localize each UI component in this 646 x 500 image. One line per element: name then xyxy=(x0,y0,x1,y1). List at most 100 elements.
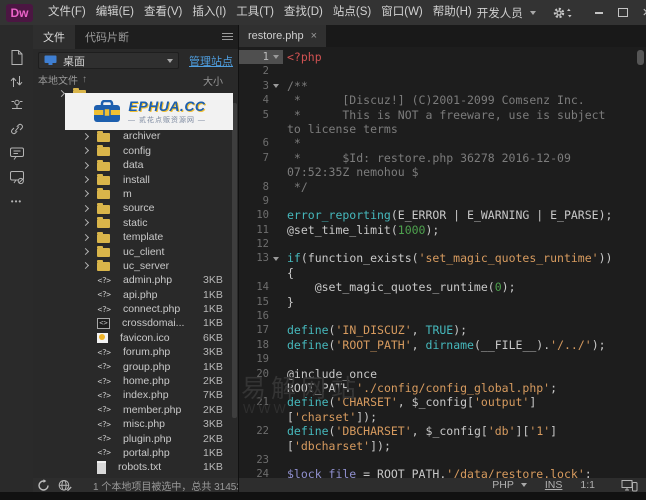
code-token: define xyxy=(287,338,329,352)
folder-row-m[interactable]: m xyxy=(33,187,232,201)
folder-name: archiver xyxy=(123,130,160,142)
code-line-10: 10error_reporting(E_ERROR | E_WARNING | … xyxy=(239,208,646,222)
fold-arrow-icon[interactable] xyxy=(269,257,283,261)
panel-tab-1[interactable]: 文件 xyxy=(33,25,75,49)
tab-close-icon[interactable]: × xyxy=(311,30,317,42)
menu-item-7[interactable]: 站点(S) xyxy=(329,0,375,25)
code-token: )) xyxy=(599,251,613,265)
file-row-connect.php[interactable]: <?>connect.php1KB xyxy=(33,302,232,316)
panel-menu-icon[interactable] xyxy=(222,33,233,42)
maximize-icon[interactable] xyxy=(611,4,635,22)
settings-gear-icon[interactable] xyxy=(552,6,573,20)
folder-row-archiver[interactable]: archiver xyxy=(33,129,232,143)
comments-off-icon[interactable] xyxy=(4,165,30,189)
expand-arrow-icon[interactable] xyxy=(81,148,97,153)
menu-item-9[interactable]: 帮助(H) xyxy=(429,0,476,25)
insert-mode-indicator[interactable]: INS xyxy=(545,479,563,491)
line-gutter: 6 xyxy=(239,136,283,150)
workspace-switcher[interactable]: 开发人员 xyxy=(477,5,536,21)
menu-item-5[interactable]: 工具(T) xyxy=(232,0,278,25)
code-link-icon[interactable] xyxy=(4,117,30,141)
line-gutter: 4 xyxy=(239,93,283,107)
folder-row-config[interactable]: config xyxy=(33,144,232,158)
menu-item-8[interactable]: 窗口(W) xyxy=(377,0,427,25)
expand-arrow-icon[interactable] xyxy=(81,177,97,182)
folder-row-uc_client[interactable]: uc_client xyxy=(33,244,232,258)
expand-arrow-icon[interactable] xyxy=(81,191,97,196)
code-area[interactable]: 易解网站 WWW 1<?php23/**4 * [Discuz!] (C)200… xyxy=(239,47,646,478)
code-token: define xyxy=(287,424,329,438)
local-files-column[interactable]: 本地文件 xyxy=(38,72,78,87)
code-token: './config/config_global.php' xyxy=(356,381,550,395)
folder-row-static[interactable]: static xyxy=(33,216,232,230)
expand-arrow-icon[interactable] xyxy=(81,163,97,168)
file-row-misc.php[interactable]: <?>misc.php3KB xyxy=(33,417,232,431)
menu-item-6[interactable]: 查找(D) xyxy=(280,0,327,25)
sync-files-icon[interactable] xyxy=(4,69,30,93)
file-row-api.php[interactable]: <?>api.php1KB xyxy=(33,287,232,301)
fold-arrow-icon[interactable] xyxy=(269,55,283,59)
expand-arrow-icon[interactable] xyxy=(81,249,97,254)
file-row-robots.txt[interactable]: robots.txt1KB xyxy=(33,460,232,474)
fold-arrow-icon[interactable] xyxy=(269,84,283,88)
file-name: connect.php xyxy=(123,303,180,315)
file-row-crossdomai...[interactable]: <>crossdomai...1KB xyxy=(33,316,232,330)
file-row-group.php[interactable]: <?>group.php1KB xyxy=(33,359,232,373)
refresh-icon[interactable] xyxy=(37,479,50,492)
file-row-favicon.ico[interactable]: favicon.ico6KB xyxy=(33,331,232,345)
folder-name: template xyxy=(123,231,163,243)
menu-item-1[interactable]: 文件(F) xyxy=(44,0,90,25)
language-selector[interactable]: PHP xyxy=(492,479,527,491)
expand-arrow-icon[interactable] xyxy=(81,235,97,240)
expand-arrow-icon[interactable] xyxy=(81,206,97,211)
folder-row-template[interactable]: template xyxy=(33,230,232,244)
site-preview-icon[interactable] xyxy=(58,479,73,492)
code-line-6: 6 * xyxy=(239,136,646,150)
file-row-forum.php[interactable]: <?>forum.php3KB xyxy=(33,345,232,359)
expand-arrow-icon[interactable] xyxy=(81,263,97,268)
folder-icon xyxy=(97,219,110,228)
menu-item-3[interactable]: 查看(V) xyxy=(140,0,186,25)
file-row-index.php[interactable]: <?>index.php7KB xyxy=(33,388,232,402)
file-row-home.php[interactable]: <?>home.php2KB xyxy=(33,374,232,388)
file-name: index.php xyxy=(123,389,169,401)
device-preview-icon[interactable] xyxy=(621,479,638,492)
editor-tab-restore-php[interactable]: restore.php × xyxy=(239,25,326,47)
file-row-portal.php[interactable]: <?>portal.php1KB xyxy=(33,446,232,460)
folder-row-install[interactable]: install xyxy=(33,172,232,186)
code-line-17: 17define('IN_DISCUZ', TRUE); xyxy=(239,323,646,337)
folder-icon xyxy=(97,248,110,257)
code-line-14: 14 @set_magic_quotes_runtime(0); xyxy=(239,280,646,294)
site-selector[interactable]: 桌面 xyxy=(38,52,179,69)
new-file-icon[interactable] xyxy=(4,45,30,69)
code-token: (E_ERROR | E_WARNING | E_PARSE); xyxy=(391,208,613,222)
folder-row-uc_server[interactable]: uc_server xyxy=(33,259,232,273)
code-token: $_config[ xyxy=(426,424,488,438)
editor-scrollbar[interactable] xyxy=(637,50,644,65)
minimize-icon[interactable] xyxy=(587,4,611,22)
comments-icon[interactable] xyxy=(4,141,30,165)
expand-arrow-icon[interactable] xyxy=(81,220,97,225)
panel-tab-2[interactable]: 代码片断 xyxy=(75,25,139,49)
code-token: ]); xyxy=(356,410,377,424)
file-name: forum.php xyxy=(123,346,170,358)
code-token: '/data/restore.lock' xyxy=(446,467,584,478)
extract-icon[interactable] xyxy=(4,93,30,117)
file-size: 7KB xyxy=(203,389,223,401)
folder-row-source[interactable]: source xyxy=(33,201,232,215)
menu-item-4[interactable]: 插入(I) xyxy=(188,0,230,25)
file-row-admin.php[interactable]: <?>admin.php3KB xyxy=(33,273,232,287)
close-icon[interactable] xyxy=(635,4,646,22)
line-number: 17 xyxy=(243,323,269,337)
folder-row-data[interactable]: data xyxy=(33,158,232,172)
line-number: 18 xyxy=(243,338,269,352)
files-scrollbar[interactable] xyxy=(232,103,237,418)
more-options-icon[interactable]: ••• xyxy=(4,189,30,213)
code-token: 1000 xyxy=(398,223,426,237)
toolbox-logo-icon xyxy=(92,100,122,124)
file-row-member.php[interactable]: <?>member.php2KB xyxy=(33,403,232,417)
expand-arrow-icon[interactable] xyxy=(81,134,97,139)
file-row-plugin.php[interactable]: <?>plugin.php2KB xyxy=(33,431,232,445)
manage-sites-link[interactable]: 管理站点 xyxy=(189,53,233,69)
menu-item-2[interactable]: 编辑(E) xyxy=(92,0,138,25)
